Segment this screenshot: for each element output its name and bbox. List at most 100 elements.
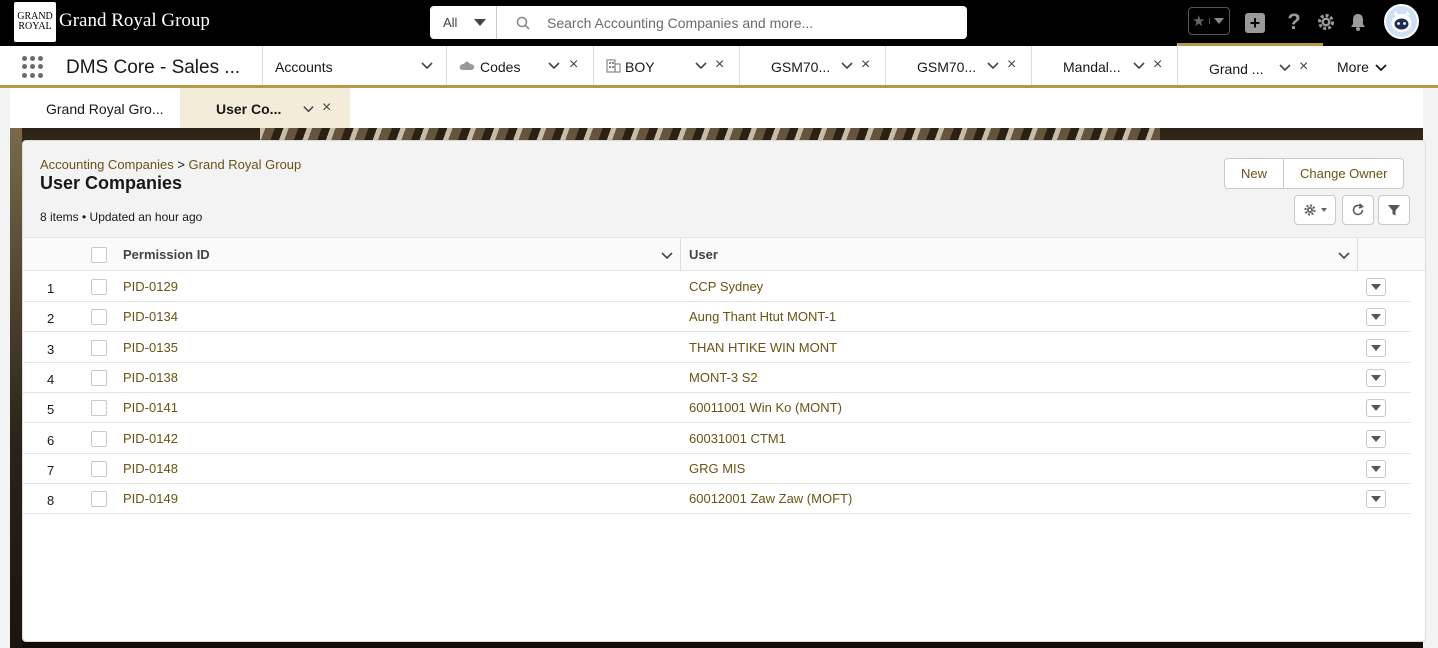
nav-tab-label: Mandal... [1063, 59, 1121, 75]
subtab-grand-royal-group[interactable]: Grand Royal Gro... [10, 88, 180, 128]
chevron-down-icon[interactable] [694, 58, 708, 72]
row-actions-button[interactable] [1366, 490, 1386, 509]
user-link[interactable]: 60012001 Zaw Zaw (MOFT) [689, 491, 852, 506]
chevron-down-icon[interactable] [420, 58, 434, 72]
row-checkbox[interactable] [91, 400, 107, 417]
brand-logo[interactable]: GRAND ROYAL [14, 2, 56, 42]
row-checkbox[interactable] [91, 460, 107, 477]
close-icon[interactable]: × [1007, 57, 1019, 73]
permission-id-link[interactable]: PID-0148 [123, 461, 178, 476]
row-checkbox[interactable] [91, 279, 107, 295]
filter-button[interactable] [1378, 195, 1410, 225]
permission-id-link[interactable]: PID-0149 [123, 491, 178, 506]
row-checkbox[interactable] [91, 430, 107, 447]
permission-id-link[interactable]: PID-0142 [123, 431, 178, 446]
app-launcher-button[interactable] [22, 56, 44, 78]
search-input[interactable] [547, 14, 927, 31]
nav-tab-boy[interactable]: BOY × [593, 46, 739, 85]
star-icon[interactable]: ★ [1189, 12, 1209, 30]
search-scope-label: All [443, 15, 458, 30]
row-number: 5 [47, 402, 55, 418]
caret-down-icon [1371, 496, 1381, 503]
row-actions-button[interactable] [1366, 399, 1386, 418]
chevron-down-icon[interactable] [547, 58, 561, 72]
row-checkbox[interactable] [91, 369, 107, 386]
table-row: 4 PID-0138 MONT-3 S2 [23, 363, 1411, 393]
notifications-button[interactable] [1347, 7, 1369, 37]
nav-tab-label: GSM70... [917, 59, 977, 75]
favorites-button[interactable]: ★ [1188, 7, 1230, 35]
chevron-down-icon[interactable] [660, 248, 674, 262]
new-button[interactable]: New [1225, 159, 1283, 188]
user-link[interactable]: 60011001 Win Ko (MONT) [689, 400, 842, 415]
column-divider[interactable] [680, 238, 681, 271]
nav-tab-label: BOY [625, 59, 655, 75]
nav-tab-grand-royal[interactable]: Grand ... × [1177, 43, 1323, 85]
row-actions-button[interactable] [1366, 338, 1386, 357]
permission-id-link[interactable]: PID-0141 [123, 400, 178, 415]
user-link[interactable]: GRG MIS [689, 461, 745, 476]
permission-id-link[interactable]: PID-0135 [123, 340, 178, 355]
permission-id-link[interactable]: PID-0138 [123, 370, 178, 385]
chevron-down-icon[interactable] [840, 58, 854, 72]
gear-icon [1304, 204, 1316, 216]
breadcrumb-parent-link[interactable]: Accounting Companies [40, 157, 174, 172]
row-checkbox[interactable] [91, 309, 107, 326]
row-checkbox[interactable] [91, 339, 107, 356]
bell-icon [1351, 14, 1365, 31]
close-icon[interactable]: × [1299, 59, 1311, 75]
filter-icon [1388, 205, 1400, 216]
chevron-down-icon [1375, 64, 1387, 72]
user-link[interactable]: THAN HTIKE WIN MONT [689, 340, 837, 355]
permission-id-link[interactable]: PID-0134 [123, 309, 178, 324]
column-divider[interactable] [1357, 238, 1358, 271]
change-owner-button[interactable]: Change Owner [1283, 159, 1403, 188]
close-icon[interactable]: × [715, 57, 727, 73]
subtab-label: User Co... [216, 101, 282, 117]
global-actions-button[interactable]: + [1245, 13, 1265, 33]
nav-tab-codes[interactable]: Codes × [446, 46, 593, 85]
close-icon[interactable]: × [861, 57, 873, 73]
select-all-checkbox[interactable] [91, 247, 107, 263]
column-header-user[interactable]: User [689, 238, 1357, 271]
favorites-menu[interactable] [1208, 18, 1230, 24]
user-link[interactable]: MONT-3 S2 [689, 370, 758, 385]
user-link[interactable]: CCP Sydney [689, 279, 763, 294]
banner-edge [10, 128, 22, 648]
close-icon[interactable]: × [569, 57, 581, 73]
row-checkbox[interactable] [91, 491, 107, 508]
user-avatar[interactable] [1384, 4, 1419, 39]
chevron-down-icon[interactable] [302, 102, 315, 115]
nav-tab-gsm70-1[interactable]: GSM70... × [739, 46, 885, 85]
table-row: 7 PID-0148 GRG MIS [23, 454, 1411, 484]
help-button[interactable]: ? [1285, 7, 1303, 37]
row-actions-button[interactable] [1366, 368, 1386, 387]
chevron-down-icon[interactable] [1278, 60, 1292, 74]
permission-id-link[interactable]: PID-0129 [123, 279, 178, 294]
refresh-button[interactable] [1342, 195, 1374, 225]
row-actions-button[interactable] [1366, 278, 1386, 296]
row-actions-button[interactable] [1366, 429, 1386, 448]
nav-more-menu[interactable]: More [1337, 59, 1388, 75]
list-settings-button[interactable] [1294, 195, 1336, 225]
chevron-down-icon[interactable] [1337, 248, 1351, 262]
close-icon[interactable]: × [1153, 57, 1165, 73]
table-row: 8 PID-0149 60012001 Zaw Zaw (MOFT) [23, 484, 1411, 515]
setup-button[interactable] [1315, 7, 1337, 37]
chevron-down-icon[interactable] [1132, 58, 1146, 72]
search-scope-select[interactable]: All [430, 6, 497, 39]
chevron-down-icon[interactable] [986, 58, 1000, 72]
close-icon[interactable]: × [322, 99, 331, 117]
user-link[interactable]: Aung Thant Htut MONT-1 [689, 309, 836, 324]
nav-tab-mandalay[interactable]: Mandal... × [1031, 46, 1177, 85]
nav-tab-gsm70-2[interactable]: GSM70... × [885, 46, 1031, 85]
column-header-permission-id[interactable]: Permission ID [123, 238, 680, 271]
nav-tab-label: Codes [480, 59, 521, 75]
row-actions-button[interactable] [1366, 459, 1386, 478]
row-actions-button[interactable] [1366, 308, 1386, 327]
nav-tab-accounts[interactable]: Accounts [262, 46, 446, 85]
breadcrumb-record-link[interactable]: Grand Royal Group [189, 157, 302, 172]
user-link[interactable]: 60031001 CTM1 [689, 431, 786, 446]
caret-down-icon [1321, 208, 1327, 212]
subtab-user-companies[interactable]: User Co... × [180, 88, 350, 128]
